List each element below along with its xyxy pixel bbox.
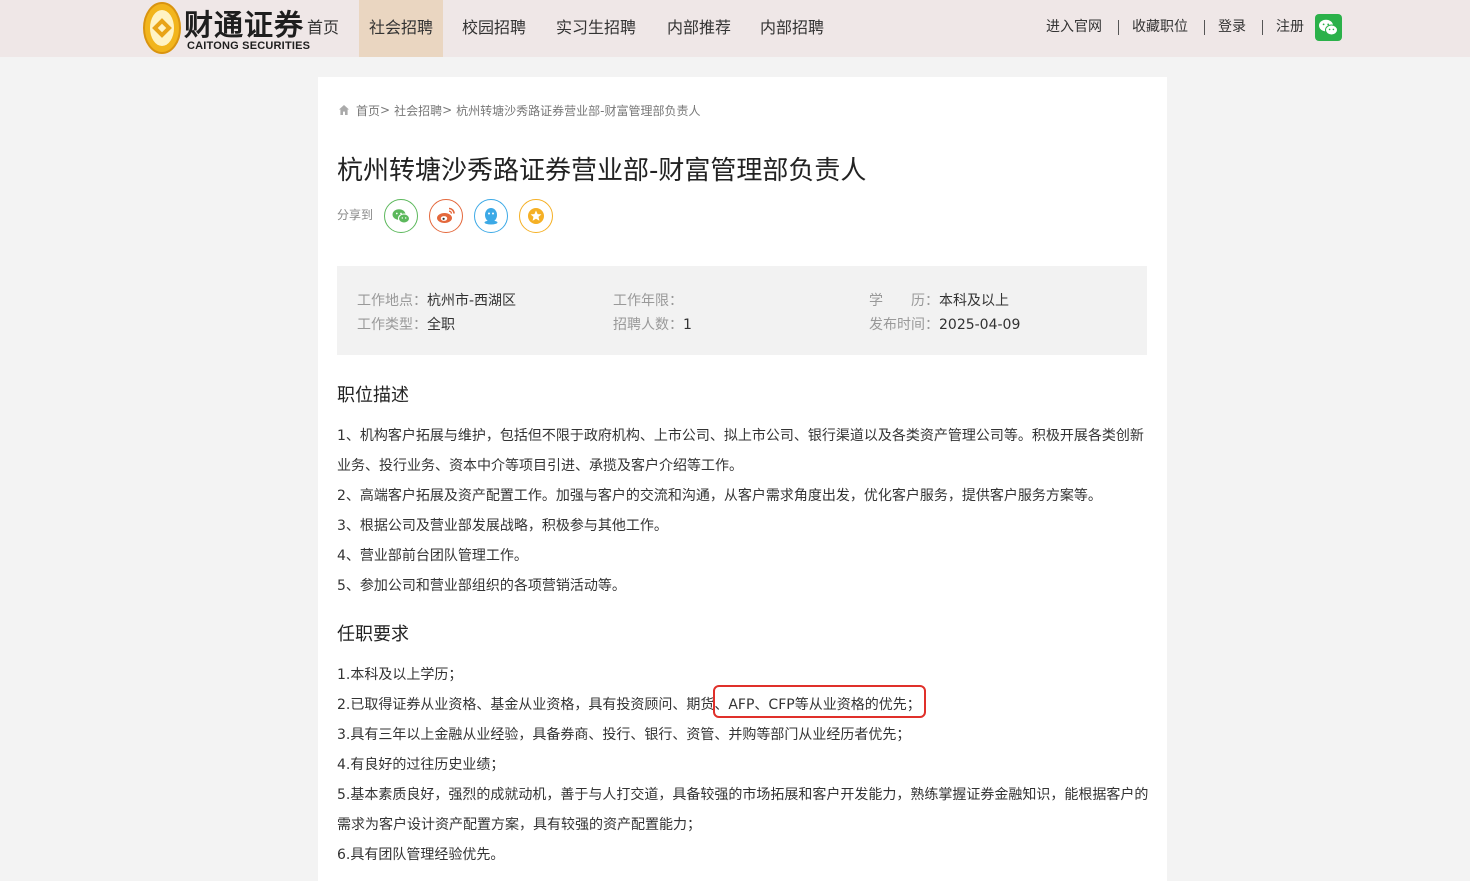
requirement-line: 需求为客户设计资产配置方案，具有较强的资产配置能力； xyxy=(337,817,701,833)
nav-social-recruitment[interactable]: 社会招聘 xyxy=(359,0,443,57)
info-type: 工作类型：全职 xyxy=(357,314,455,334)
info-location-value: 杭州市-西湖区 xyxy=(427,293,517,309)
nav-home[interactable]: 首页 xyxy=(298,0,348,57)
link-favorite-jobs[interactable]: 收藏职位 xyxy=(1132,0,1188,57)
nav-internal-recruitment[interactable]: 内部招聘 xyxy=(751,0,833,57)
description-line: 2、高端客户拓展及资产配置工作。加强与客户的交流和沟通，从客户需求角度出发，优化… xyxy=(337,488,1102,504)
link-login[interactable]: 登录 xyxy=(1218,0,1246,57)
requirement-line: 3.具有三年以上金融从业经验，具备券商、投行、银行、资管、并购等部门从业经历者优… xyxy=(337,727,911,743)
breadcrumb: 首页 > 社会招聘 > 杭州转塘沙秀路证券营业部-财富管理部负责人 xyxy=(338,102,701,118)
caitong-logo-icon xyxy=(143,2,181,54)
requirement-line: 1.本科及以上学历； xyxy=(337,667,463,683)
info-years: 工作年限： xyxy=(613,290,683,310)
description-line: 3、根据公司及营业部发展战略，积极参与其他工作。 xyxy=(337,518,668,534)
breadcrumb-separator: > xyxy=(442,103,453,117)
info-date: 发布时间：2025-04-09 xyxy=(869,314,1020,334)
share-qq-button[interactable] xyxy=(474,199,508,233)
job-info-box xyxy=(337,266,1147,355)
info-date-value: 2025-04-09 xyxy=(939,317,1021,333)
requirement-line: 5.基本素质良好，强烈的成就动机，善于与人打交道，具备较强的市场拓展和客户开发能… xyxy=(337,787,1149,803)
info-headcount-value: 1 xyxy=(683,317,692,333)
info-location: 工作地点：杭州市-西湖区 xyxy=(357,290,516,310)
page-title: 杭州转塘沙秀路证券营业部-财富管理部负责人 xyxy=(337,156,867,186)
info-headcount: 招聘人数：1 xyxy=(613,314,692,334)
wechat-icon xyxy=(392,209,410,224)
home-icon xyxy=(339,105,349,115)
link-official-site[interactable]: 进入官网 xyxy=(1046,0,1102,57)
share-favorite-button[interactable] xyxy=(519,199,553,233)
share-weibo-button[interactable] xyxy=(429,199,463,233)
qq-icon xyxy=(484,208,498,225)
requirement-line: 6.具有团队管理经验优先。 xyxy=(337,847,505,863)
info-education-value: 本科及以上 xyxy=(939,293,1009,309)
breadcrumb-home[interactable]: 首页 xyxy=(356,102,380,119)
share-label: 分享到 xyxy=(337,208,374,222)
breadcrumb-current: 杭州转塘沙秀路证券营业部-财富管理部负责人 xyxy=(456,103,701,118)
info-type-value: 全职 xyxy=(427,317,455,333)
description-line: 5、参加公司和营业部组织的各项营销活动等。 xyxy=(337,578,626,594)
divider xyxy=(1118,20,1119,35)
link-register[interactable]: 注册 xyxy=(1276,0,1304,57)
description-line: 1、机构客户拓展与维护，包括但不限于政府机构、上市公司、拟上市公司、银行渠道以及… xyxy=(337,428,1144,444)
top-navigation-bar: 财通证券 CAITONG SECURITIES 首页 社会招聘 校园招聘 实习生… xyxy=(0,0,1470,57)
description-line: 4、营业部前台团队管理工作。 xyxy=(337,548,528,564)
nav-intern-recruitment[interactable]: 实习生招聘 xyxy=(546,0,646,57)
info-type-label: 工作类型： xyxy=(357,317,427,333)
favorite-star-icon xyxy=(528,208,544,224)
breadcrumb-section[interactable]: 社会招聘 xyxy=(394,102,442,119)
requirement-line: 4.有良好的过往历史业绩； xyxy=(337,757,505,773)
info-education-label: 学 历： xyxy=(869,293,939,309)
wechat-icon[interactable] xyxy=(1315,14,1342,41)
nav-campus-recruitment[interactable]: 校园招聘 xyxy=(452,0,536,57)
description-heading: 职位描述 xyxy=(337,385,409,406)
info-headcount-label: 招聘人数： xyxy=(613,317,683,333)
requirements-heading: 任职要求 xyxy=(337,624,409,645)
logo-english-name: CAITONG SECURITIES xyxy=(187,40,311,52)
share-wechat-button[interactable] xyxy=(384,199,418,233)
info-years-label: 工作年限： xyxy=(613,293,683,309)
breadcrumb-separator: > xyxy=(380,103,391,117)
divider xyxy=(1262,20,1263,35)
logo-chinese-name: 财通证券 xyxy=(184,8,305,42)
weibo-icon xyxy=(437,207,455,223)
divider xyxy=(1204,20,1205,35)
caitong-logo[interactable]: 财通证券 CAITONG SECURITIES xyxy=(142,0,310,56)
info-location-label: 工作地点： xyxy=(357,293,427,309)
highlight-annotation-box xyxy=(713,685,926,718)
info-education: 学 历：本科及以上 xyxy=(869,290,1009,310)
description-line: 业务、投行业务、资本中介等项目引进、承揽及客户介绍等工作。 xyxy=(337,458,743,474)
info-date-label: 发布时间： xyxy=(869,317,939,333)
nav-internal-referral[interactable]: 内部推荐 xyxy=(658,0,740,57)
